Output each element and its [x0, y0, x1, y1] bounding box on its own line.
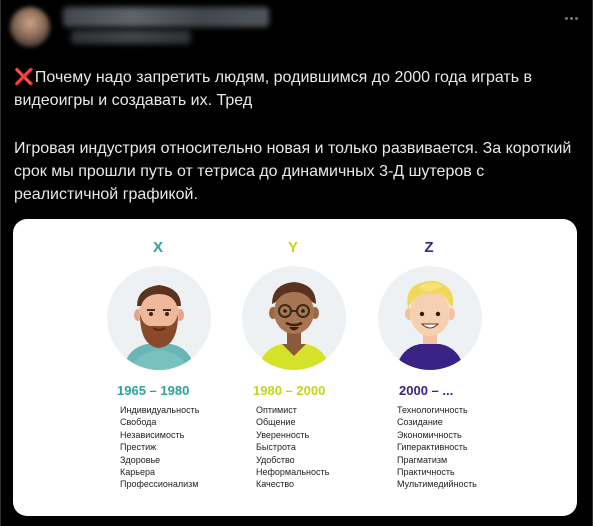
- trait-item: Созидание: [397, 417, 443, 428]
- trait-item: Быстрота: [256, 442, 296, 453]
- trait-item: Технологичность: [397, 405, 468, 415]
- more-icon-dot: [574, 16, 578, 20]
- more-options-button[interactable]: [561, 8, 581, 28]
- trait-item: Карьера: [120, 467, 155, 478]
- trait-item: Здоровье: [120, 454, 161, 465]
- trait-item: Оптимист: [256, 405, 297, 415]
- bearded-man-illustration: [123, 285, 195, 370]
- generation-z-traits: Технологичность Созидание Экономичность …: [397, 404, 477, 491]
- trait-item: Мультимедийность: [397, 479, 477, 490]
- cross-mark-icon: ❌: [14, 69, 34, 86]
- trait-item: Независимость: [120, 429, 185, 440]
- blond-boy-illustration: [396, 280, 464, 370]
- author-handle-blurred: [71, 30, 191, 44]
- generation-z-letter: Z: [424, 239, 434, 256]
- trait-item: Свобода: [120, 417, 157, 428]
- trait-item: Прагматизм: [397, 454, 448, 465]
- generation-y-years: 1980 – 2000: [253, 383, 326, 398]
- author-avatar[interactable]: [10, 7, 50, 47]
- generation-x-years: 1965 – 1980: [117, 383, 190, 398]
- trait-item: Уверенность: [256, 429, 310, 440]
- tweet: ❌Почему надо запретить людям, родившимся…: [0, 0, 593, 526]
- more-icon-dot: [569, 16, 573, 20]
- generation-y-traits: Оптимист Общение Уверенность Быстрота Уд…: [256, 404, 329, 491]
- trait-item: Общение: [256, 417, 296, 428]
- author-name-blurred[interactable]: [63, 7, 269, 27]
- tweet-header: [1, 0, 593, 60]
- trait-item: Экономичность: [397, 429, 462, 440]
- tweet-image[interactable]: X 1965 – 1980 Индивидуальность Свобода Н…: [13, 219, 577, 516]
- trait-item: Профессионализм: [120, 479, 199, 490]
- man-with-glasses-illustration: [258, 282, 330, 370]
- trait-item: Удобство: [256, 454, 295, 465]
- trait-item: Неформальность: [256, 467, 330, 478]
- generation-z-avatar: [378, 266, 482, 370]
- generation-x-letter: X: [152, 239, 163, 256]
- generation-y-letter: Y: [287, 239, 298, 256]
- more-icon-dot: [564, 16, 568, 20]
- tweet-text-paragraph-2: Игровая индустрия относительно новая и т…: [14, 140, 572, 203]
- trait-item: Престиж: [120, 442, 157, 453]
- generation-x-traits: Индивидуальность Свобода Независимость П…: [120, 404, 199, 491]
- tweet-text-paragraph-1: ❌Почему надо запретить людям, родившимся…: [14, 66, 574, 112]
- trait-item: Индивидуальность: [120, 405, 200, 415]
- tweet-text-paragraph-1-content: Почему надо запретить людям, родившимся …: [14, 69, 533, 109]
- generation-y-avatar: [242, 266, 346, 370]
- trait-item: Практичность: [397, 467, 455, 478]
- trait-item: Гиперактивность: [397, 442, 468, 453]
- generation-z-years: 2000 – ...: [399, 383, 454, 398]
- trait-item: Качество: [256, 479, 295, 490]
- generation-x-avatar: [107, 266, 211, 370]
